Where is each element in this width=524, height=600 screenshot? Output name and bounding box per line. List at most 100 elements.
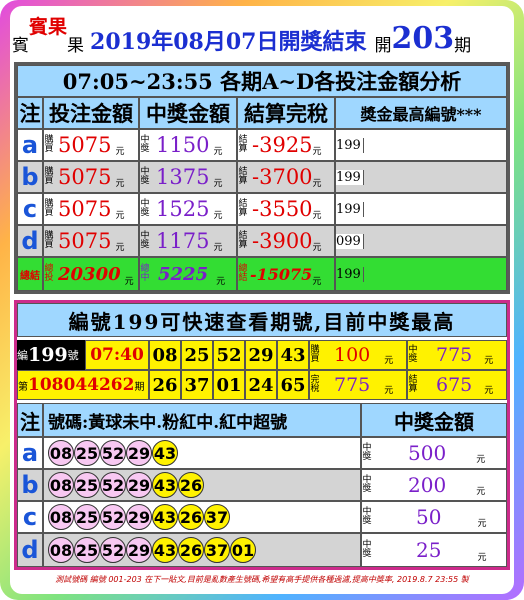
yellow-ball: 43 xyxy=(152,440,178,466)
lookup-line-2: 第 108044262 期 26 37 01 24 65 完稅 775 元 結算 675 元 xyxy=(17,370,507,400)
win-label: 中獎 xyxy=(362,540,372,559)
analysis-row-b: b 購買 5075 元 中獎 1375 元 結算 -3700 元 199 xyxy=(17,161,507,193)
unit: 元 xyxy=(476,487,486,497)
header-char-2: 果 xyxy=(67,36,85,56)
col-header-top-number: 獎金最高編號*** xyxy=(335,97,507,129)
settle-amount: -3550 xyxy=(252,197,313,221)
buy-label: 購買 xyxy=(44,167,54,186)
pink-ball: 52 xyxy=(100,504,126,530)
unit: 元 xyxy=(312,243,322,253)
total-buy: 20300 xyxy=(58,263,121,285)
win-amount: 1525 xyxy=(156,197,210,221)
unit: 元 xyxy=(312,147,322,157)
results-row-a: a 08 25 52 29 43 中獎 500 元 xyxy=(17,437,507,469)
yellow-ball: 26 xyxy=(178,504,204,530)
number-balls: 08 25 52 29 43 xyxy=(43,437,361,469)
win-amount: 1150 xyxy=(156,133,210,157)
unit: 元 xyxy=(124,277,134,287)
footer-note: 測試號碼 編號 001-203 在下一貼文,目前是亂數產生號碼,希望有高手提供各… xyxy=(55,575,469,584)
win-amount: 25 xyxy=(416,538,442,562)
win-label: 中獎 xyxy=(140,135,150,154)
win-label: 中獎 xyxy=(362,443,372,462)
results-col-amount: 中獎金額 xyxy=(361,403,507,437)
win-amount: 1175 xyxy=(156,229,210,253)
lookup-settle: 675 xyxy=(436,374,473,396)
pink-ball: 08 xyxy=(48,472,74,498)
results-panel: 編號199可快速查看期號,目前中獎最高 編 199 號 07:40 08 25 52… xyxy=(14,300,510,570)
top-number: 199 xyxy=(336,169,364,185)
lookup-time: 07:40 xyxy=(85,340,149,370)
buy-label: 購買 xyxy=(44,231,54,250)
total-label: 總結 xyxy=(17,257,43,291)
lookup-ball: 25 xyxy=(181,340,213,370)
total-win-label: 總中 xyxy=(140,264,150,283)
analysis-row-c: c 購買 5075 元 中獎 1525 元 結算 -3550 元 199 xyxy=(17,193,507,225)
col-header-bet: 注 xyxy=(17,97,43,129)
yellow-ball: 26 xyxy=(178,537,204,563)
unit: 元 xyxy=(213,243,223,253)
yellow-ball: 37 xyxy=(204,537,230,563)
buy-amount: 5075 xyxy=(58,133,112,157)
lookup-line-1: 編 199 號 07:40 08 25 52 29 43 購買 100 元 中獎 775 元 xyxy=(17,340,507,370)
unit: 元 xyxy=(477,519,487,529)
lookup-title: 編號199可快速查看期號,目前中獎最高 xyxy=(17,303,507,337)
pink-ball: 52 xyxy=(100,440,126,466)
settle-amount: -3700 xyxy=(252,165,313,189)
row-label: b xyxy=(17,469,43,501)
lookup-ball: 01 xyxy=(213,370,245,400)
lookup-ball: 65 xyxy=(277,370,309,400)
lookup-ball: 37 xyxy=(181,370,213,400)
hao-label: 號 xyxy=(67,349,79,362)
lookup-period: 108044262 xyxy=(28,375,135,395)
number-balls: 08 25 52 29 43 26 37 xyxy=(43,501,361,533)
unit: 元 xyxy=(115,211,125,221)
buy-label: 購買 xyxy=(44,135,54,154)
settle-label: 結算 xyxy=(238,231,248,250)
lookup-ball: 52 xyxy=(213,340,245,370)
lookup-win: 775 xyxy=(436,344,473,366)
unit: 元 xyxy=(384,386,394,396)
yellow-ball: 43 xyxy=(152,537,178,563)
row-label: d xyxy=(17,533,43,567)
lookup-ball: 24 xyxy=(245,370,277,400)
buy-amount: 5075 xyxy=(58,165,112,189)
bian-label: 編 xyxy=(17,349,28,362)
pink-ball: 29 xyxy=(126,440,152,466)
lookup-tax-label: 完稅 xyxy=(310,375,320,394)
header-char-1: 賓 xyxy=(12,36,29,56)
total-settle: -15075 xyxy=(250,264,313,284)
win-label: 中獎 xyxy=(140,167,150,186)
qi-label: 期 xyxy=(134,381,145,393)
lookup-number: 199 xyxy=(28,344,68,366)
pink-ball: 08 xyxy=(48,440,74,466)
pink-ball: 08 xyxy=(48,504,74,530)
di-label: 第 xyxy=(18,381,28,393)
results-col-bet: 注 xyxy=(17,403,43,437)
win-amount: 1375 xyxy=(156,165,210,189)
top-number: 199 xyxy=(336,137,364,153)
pink-ball: 29 xyxy=(126,504,152,530)
header-date-title: 2019年08月07日開獎結束 xyxy=(90,29,367,55)
row-label: b xyxy=(17,161,43,193)
col-header-buy: 投注金額 xyxy=(43,97,139,129)
win-amount: 500 xyxy=(408,441,447,465)
win-amount: 50 xyxy=(416,505,442,529)
pink-ball: 29 xyxy=(126,472,152,498)
top-number: 099 xyxy=(336,233,364,249)
header-brand: 賓果 xyxy=(29,16,68,38)
unit: 元 xyxy=(213,179,223,189)
pink-ball: 08 xyxy=(48,537,74,563)
results-row-c: c 08 25 52 29 43 26 37 中獎 50 元 xyxy=(17,501,507,533)
unit: 元 xyxy=(312,179,322,189)
number-balls: 08 25 52 29 43 26 xyxy=(43,469,361,501)
win-label: 中獎 xyxy=(362,475,372,494)
yellow-ball: 37 xyxy=(204,504,230,530)
buy-amount: 5075 xyxy=(58,197,112,221)
buy-amount: 5075 xyxy=(58,229,112,253)
analysis-row-d: d 購買 5075 元 中獎 1175 元 結算 -3900 元 099 xyxy=(17,225,507,257)
analysis-row-a: a 購買 5075 元 中獎 1150 元 結算 -3925 元 199 xyxy=(17,129,507,161)
pink-ball: 52 xyxy=(100,537,126,563)
lookup-buy: 100 xyxy=(334,344,371,366)
number-balls: 08 25 52 29 43 26 37 01 xyxy=(43,533,361,567)
top-number: 199 xyxy=(336,201,364,217)
